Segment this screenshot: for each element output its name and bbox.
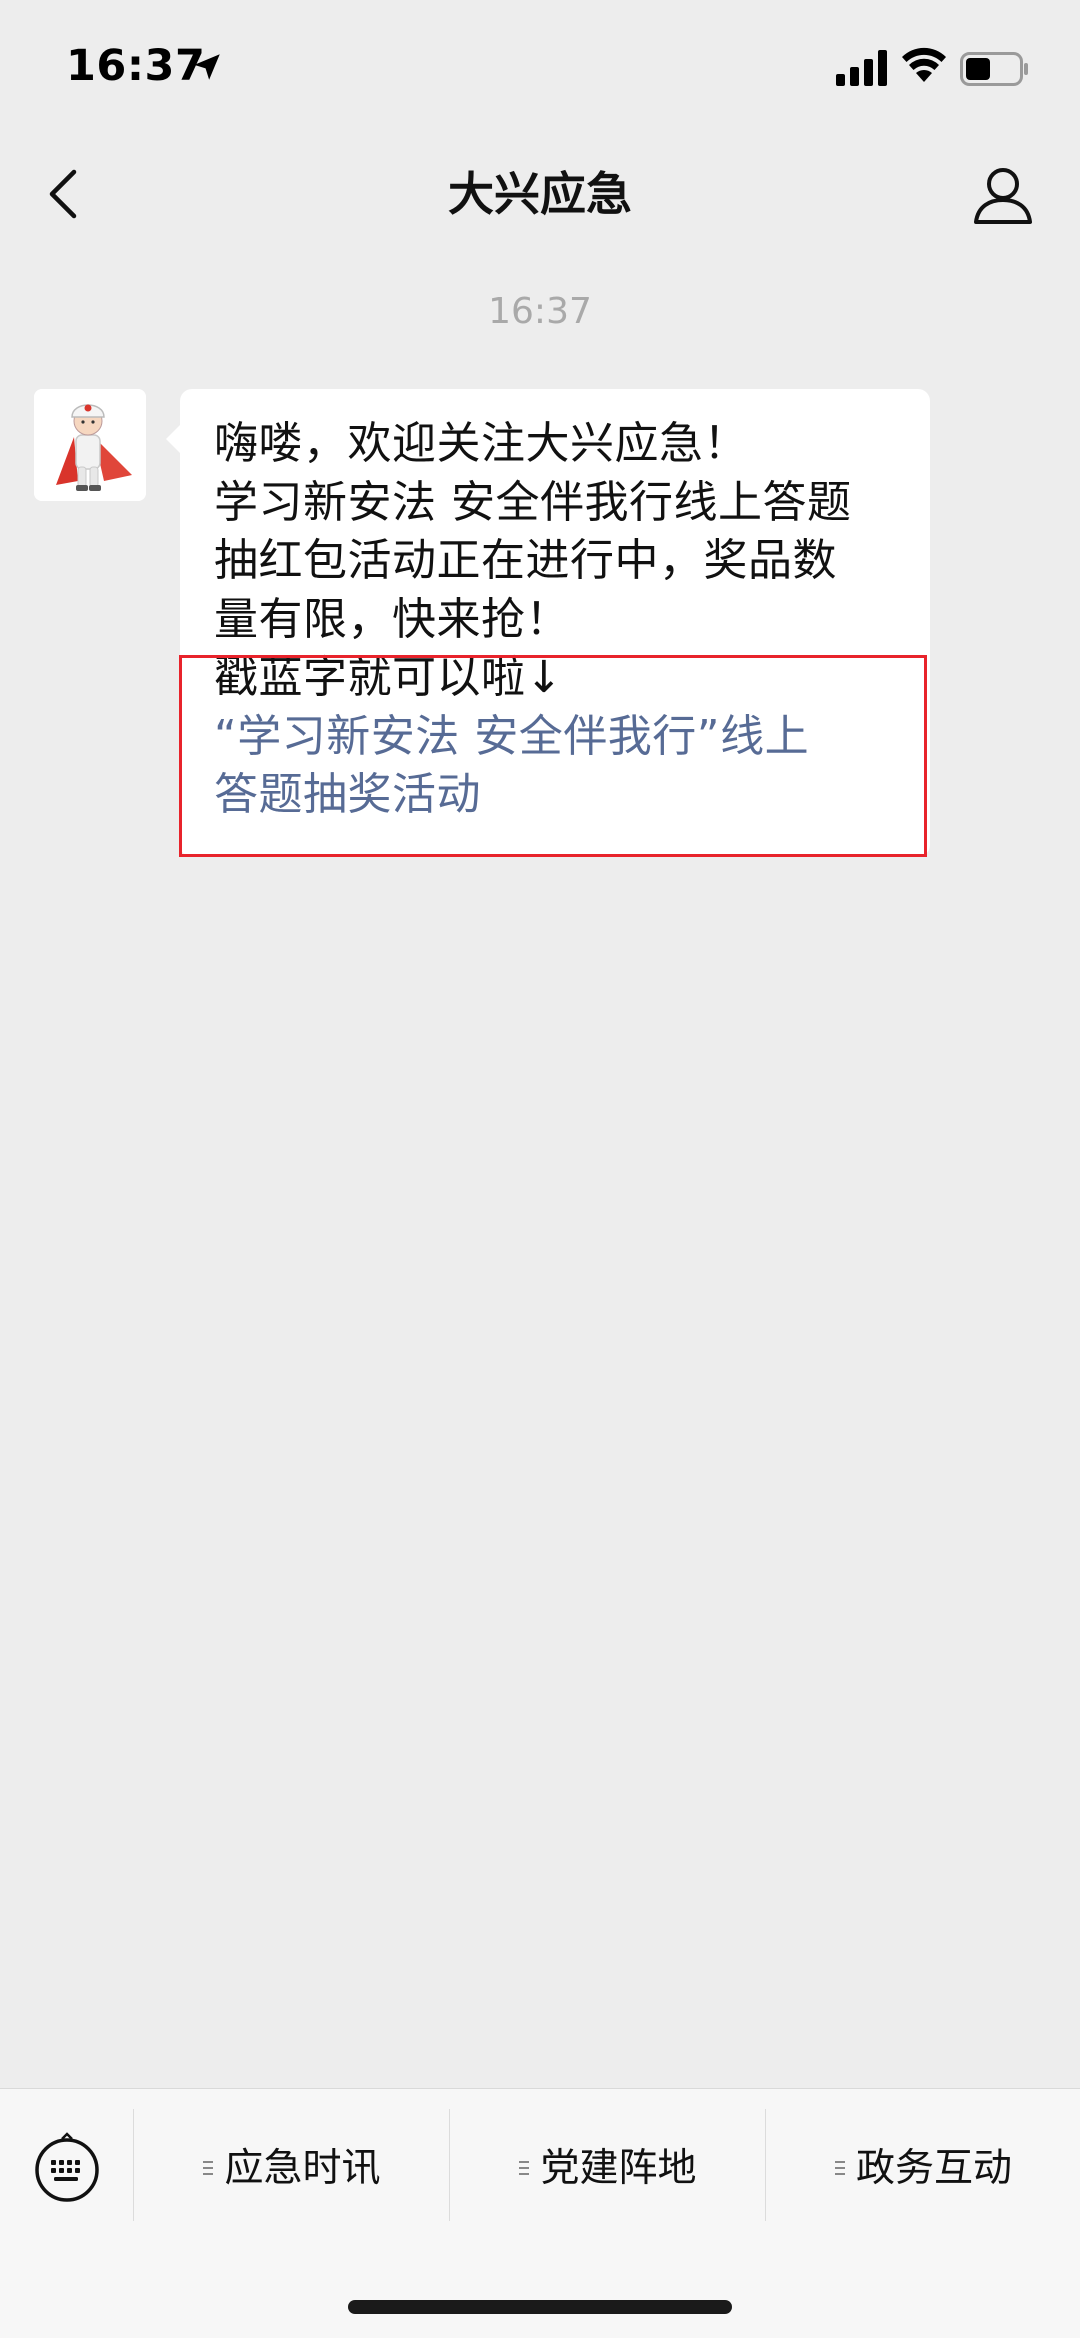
keyboard-toggle-button[interactable] <box>30 2131 104 2205</box>
location-arrow-icon <box>190 50 224 88</box>
menu-item-government-interaction[interactable]: 政务互动 <box>766 2109 1080 2221</box>
message-line: 抽红包活动正在进行中，奖品数 <box>214 535 837 586</box>
home-indicator[interactable] <box>348 2300 732 2314</box>
quiz-activity-link[interactable]: “学习新安法 安全伴我行”线上 <box>214 708 896 767</box>
cellular-signal-icon <box>836 50 888 90</box>
page-title: 大兴应急 <box>448 167 632 221</box>
menu-item-emergency-news[interactable]: 应急时讯 <box>134 2109 449 2221</box>
wifi-icon <box>900 46 948 88</box>
menu-item-label: 政务互动 <box>855 2146 1012 2191</box>
status-time: 16:37 <box>66 41 206 91</box>
mascot-avatar[interactable] <box>34 389 146 501</box>
status-bar: 16:37 <box>0 0 1080 132</box>
person-icon <box>968 168 1038 234</box>
menu-lines-icon <box>834 2143 846 2188</box>
message-bubble: 嗨喽，欢迎关注大兴应急！ 学习新安法 安全伴我行线上答题 抽红包活动正在进行中，… <box>166 389 930 857</box>
menu-item-party-building[interactable]: 党建阵地 <box>450 2109 765 2221</box>
profile-button[interactable] <box>968 160 1038 230</box>
menu-lines-icon <box>518 2143 530 2188</box>
quiz-activity-link[interactable]: 答题抽奖活动 <box>214 766 896 825</box>
battery-icon <box>960 52 1030 90</box>
nav-bar: 大兴应急 <box>0 132 1080 256</box>
chat-timestamp: 16:37 <box>488 291 592 332</box>
menu-item-label: 应急时讯 <box>224 2146 381 2191</box>
message-line: 戳蓝字就可以啦↓ <box>214 652 563 703</box>
menu-lines-icon <box>202 2143 214 2188</box>
message-line: 嗨喽，欢迎关注大兴应急！ <box>214 418 748 469</box>
keyboard-icon <box>30 2132 104 2209</box>
message-line: 量有限，快来抢！ <box>214 593 570 645</box>
menu-item-label: 党建阵地 <box>540 2146 697 2191</box>
message-line: 学习新安法 安全伴我行线上答题 <box>214 476 852 528</box>
